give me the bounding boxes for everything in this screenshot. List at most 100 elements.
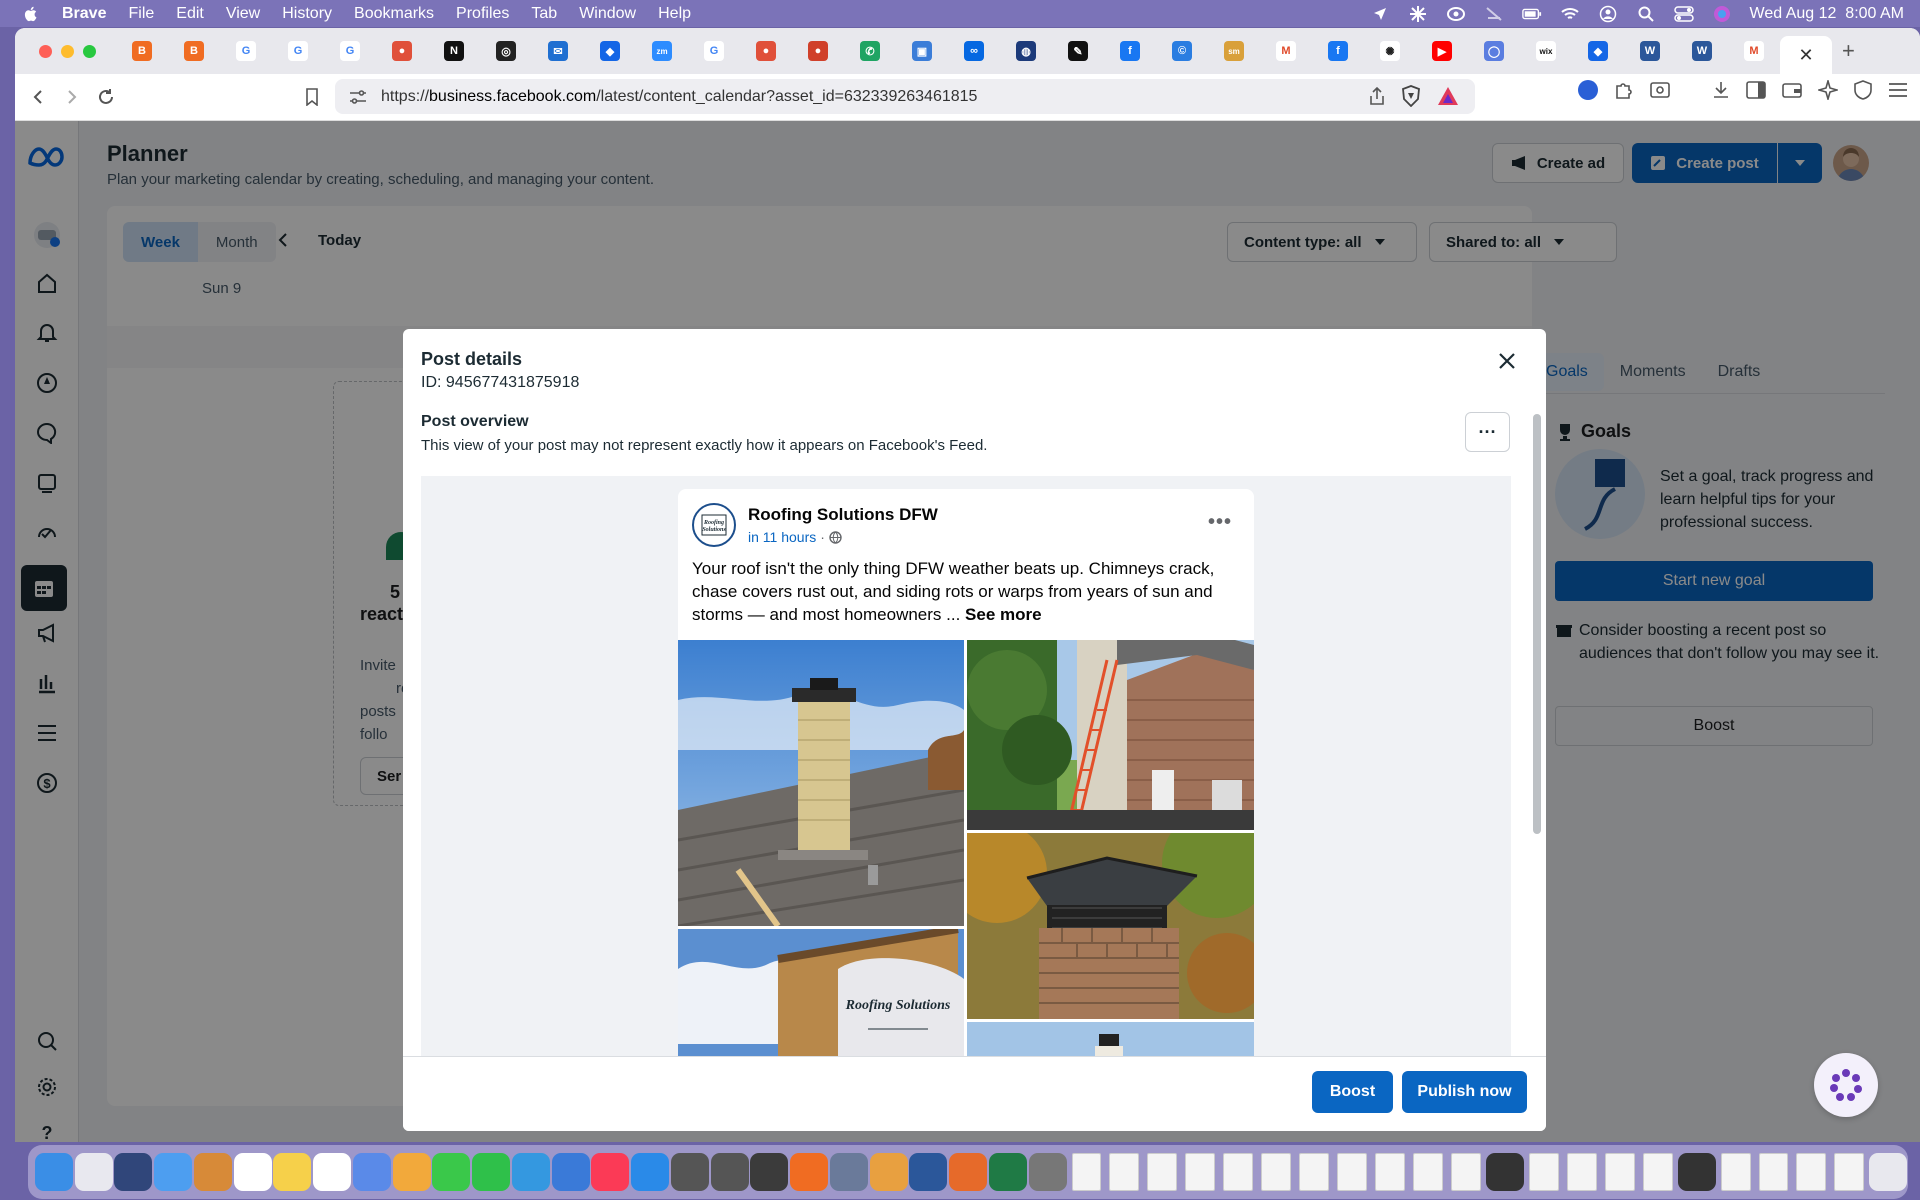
dock-app-icon[interactable] <box>352 1153 391 1191</box>
dock-app-icon[interactable] <box>392 1153 431 1191</box>
browser-tab[interactable]: © <box>1156 34 1208 68</box>
dock-app-icon[interactable] <box>631 1153 670 1191</box>
dock-app-icon[interactable] <box>34 1153 73 1191</box>
browser-tab[interactable]: B <box>116 34 168 68</box>
address-bar[interactable]: https://business.facebook.com/latest/con… <box>335 79 1475 114</box>
apple-icon[interactable] <box>22 5 40 23</box>
post-photo-1[interactable] <box>678 640 964 926</box>
dock-app-icon[interactable] <box>1299 1153 1330 1191</box>
sparkle-icon[interactable] <box>1408 5 1428 22</box>
dock-app-icon[interactable] <box>74 1153 113 1191</box>
browser-tab[interactable]: G <box>324 34 376 68</box>
dock-app-icon[interactable] <box>1758 1153 1789 1191</box>
see-more-link[interactable]: See more <box>965 605 1042 624</box>
dock-app-icon[interactable] <box>1375 1153 1406 1191</box>
dock-app-icon[interactable] <box>909 1153 948 1191</box>
post-photo-5[interactable] <box>967 1022 1254 1056</box>
browser-tab[interactable]: ● <box>740 34 792 68</box>
dock-app-icon[interactable] <box>313 1153 352 1191</box>
dock-app-icon[interactable] <box>1185 1153 1216 1191</box>
menu-tab[interactable]: Tab <box>531 5 557 23</box>
browser-tab[interactable]: ◆ <box>584 34 636 68</box>
dock-app-icon[interactable] <box>273 1153 312 1191</box>
dock-app-icon[interactable] <box>432 1153 471 1191</box>
browser-tab[interactable]: B <box>168 34 220 68</box>
app-menu-brave[interactable]: Brave <box>62 5 106 23</box>
extension-icon[interactable] <box>1578 80 1598 100</box>
dock-app-icon[interactable] <box>1109 1153 1140 1191</box>
wallet-icon[interactable] <box>1782 81 1802 99</box>
dock-app-icon[interactable] <box>1337 1153 1368 1191</box>
browser-tab[interactable]: zm <box>636 34 688 68</box>
browser-tab[interactable]: ● <box>376 34 428 68</box>
menubar-clock[interactable]: Wed Aug 12 8:00 AM <box>1750 5 1904 23</box>
post-photo-2[interactable] <box>967 640 1254 830</box>
dock-app-icon[interactable] <box>154 1153 193 1191</box>
dock-app-icon[interactable] <box>233 1153 272 1191</box>
brave-shields-icon[interactable] <box>1401 85 1421 107</box>
dock-app-icon[interactable] <box>193 1153 232 1191</box>
browser-tab[interactable]: ◯ <box>1468 34 1520 68</box>
dock-app-icon[interactable] <box>591 1153 630 1191</box>
puzzle-icon[interactable] <box>1614 80 1634 100</box>
publish-now-button[interactable]: Publish now <box>1402 1071 1527 1113</box>
browser-tab[interactable]: M <box>1728 34 1780 68</box>
menu-window[interactable]: Window <box>579 5 636 23</box>
browser-tab[interactable]: sm <box>1208 34 1260 68</box>
post-more-options-button[interactable]: ··· <box>1465 412 1510 452</box>
browser-tab[interactable]: ◎ <box>480 34 532 68</box>
dock-app-icon[interactable] <box>1796 1153 1827 1191</box>
browser-tab[interactable]: f <box>1312 34 1364 68</box>
dock-app-icon[interactable] <box>1720 1153 1751 1191</box>
dock-app-icon[interactable] <box>1566 1153 1597 1191</box>
browser-tab[interactable]: ▣ <box>896 34 948 68</box>
dock-app-icon[interactable] <box>1642 1153 1673 1191</box>
browser-tab[interactable]: G <box>220 34 272 68</box>
dock-app-icon[interactable] <box>1261 1153 1292 1191</box>
browser-tab[interactable]: wix <box>1520 34 1572 68</box>
dock-app-icon[interactable] <box>988 1153 1027 1191</box>
dock-app-icon[interactable] <box>1147 1153 1178 1191</box>
dock-app-icon[interactable] <box>710 1153 749 1191</box>
menu-view[interactable]: View <box>226 5 260 23</box>
browser-tab[interactable]: M <box>1260 34 1312 68</box>
new-tab-button[interactable]: + <box>1842 38 1855 64</box>
boost-button[interactable]: Boost <box>1312 1071 1393 1113</box>
dock-app-icon[interactable] <box>114 1153 153 1191</box>
menu-edit[interactable]: Edit <box>176 5 204 23</box>
creative-cloud-icon[interactable] <box>1446 6 1466 22</box>
vpn-icon[interactable] <box>1854 80 1872 100</box>
brave-rewards-icon[interactable] <box>1437 86 1459 106</box>
menu-help[interactable]: Help <box>658 5 691 23</box>
menu-bookmarks[interactable]: Bookmarks <box>354 5 434 23</box>
zoom-window-button[interactable] <box>83 44 96 58</box>
share-icon[interactable] <box>1369 87 1385 105</box>
menu-profiles[interactable]: Profiles <box>456 5 509 23</box>
dock-app-icon[interactable] <box>670 1153 709 1191</box>
menu-icon[interactable] <box>1888 82 1908 98</box>
browser-tab[interactable]: f <box>1104 34 1156 68</box>
dock-app-icon[interactable] <box>511 1153 550 1191</box>
battery-icon[interactable] <box>1521 6 1542 22</box>
slash-icon[interactable] <box>1484 6 1504 22</box>
browser-tab[interactable]: ● <box>792 34 844 68</box>
dock-app-icon[interactable] <box>1528 1153 1559 1191</box>
wifi-icon[interactable] <box>1560 6 1580 22</box>
dock-app-icon[interactable] <box>1486 1153 1525 1191</box>
dock-app-icon[interactable] <box>1028 1153 1067 1191</box>
close-tab-icon[interactable]: ✕ <box>1798 45 1813 66</box>
dock-app-icon[interactable] <box>472 1153 511 1191</box>
siri-icon[interactable] <box>1712 5 1732 22</box>
minimize-window-button[interactable] <box>61 44 74 58</box>
browser-tab[interactable]: ▶ <box>1416 34 1468 68</box>
back-button[interactable] <box>21 80 55 114</box>
dock-app-icon[interactable] <box>1834 1153 1865 1191</box>
browser-tab[interactable]: ✎ <box>1052 34 1104 68</box>
dock-app-icon[interactable] <box>1071 1153 1102 1191</box>
modal-scrollbar[interactable] <box>1533 414 1541 834</box>
browser-tab[interactable]: ✺ <box>1364 34 1416 68</box>
browser-tab[interactable]: W <box>1676 34 1728 68</box>
menu-file[interactable]: File <box>128 5 154 23</box>
browser-tab[interactable]: G <box>272 34 324 68</box>
menu-history[interactable]: History <box>282 5 332 23</box>
